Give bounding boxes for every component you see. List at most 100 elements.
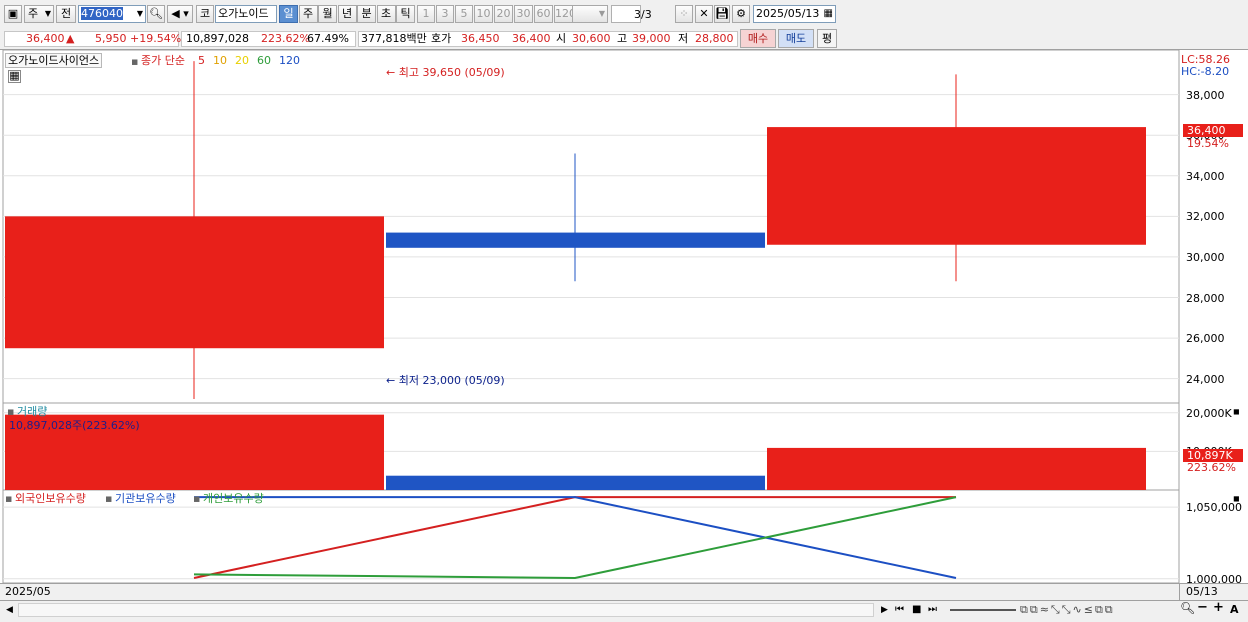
toolbar: ▣ 주 ▼ 전 476040 ▼ 🔍︎ ◀ ▾ 코 오가노이드 일주월년분초틱 13…: [0, 0, 1248, 29]
save-icon[interactable]: 💾︎: [714, 5, 730, 23]
current-price: 36,400: [26, 32, 65, 45]
buy-button[interactable]: 매수: [740, 29, 776, 48]
legend-label[interactable]: 기관보유수량: [115, 492, 176, 505]
rewind-icon[interactable]: ⏮: [895, 603, 904, 616]
trade-amount: 377,818백만: [361, 32, 427, 45]
axis-divider: [1179, 583, 1180, 600]
interval-button[interactable]: 60: [534, 5, 553, 23]
axis-right-date: 05/13: [1186, 585, 1218, 598]
ma-label: 120: [279, 54, 300, 67]
layout-icon[interactable]: ▣: [4, 5, 22, 23]
price-tick: 32,000: [1186, 210, 1225, 224]
stop-icon[interactable]: ■: [912, 603, 921, 616]
interval-button[interactable]: 20: [494, 5, 513, 23]
dots-icon[interactable]: ⁘: [675, 5, 693, 23]
price-tick: 30,000: [1186, 250, 1225, 264]
code-input-value: 476040: [81, 7, 123, 20]
period-tab[interactable]: 주: [298, 5, 318, 23]
sell-button[interactable]: 매도: [778, 29, 814, 48]
high-marker-text: 최고 39,650 (05/09): [398, 66, 505, 79]
ask-label: 호가: [431, 32, 452, 45]
indicator-bullet-icon: ▪: [131, 55, 139, 68]
interval-button[interactable]: 10: [474, 5, 493, 23]
period-tab[interactable]: 초: [376, 5, 396, 23]
holding-tick: 1,050,000: [1186, 501, 1242, 515]
forward-icon[interactable]: ⏭: [928, 603, 937, 616]
speaker-icon[interactable]: ◀ ▾: [167, 5, 193, 23]
up-arrow-icon: ▲: [66, 32, 75, 45]
low-label: 저: [678, 32, 689, 45]
cursor-cross-icon[interactable]: ✕: [695, 5, 713, 23]
eval-button[interactable]: 평: [817, 29, 837, 48]
open-label: 시: [556, 32, 567, 45]
interval-custom-select[interactable]: ▼: [572, 5, 608, 23]
period-tab[interactable]: 틱: [396, 5, 415, 23]
low-value: 28,800: [695, 32, 734, 45]
period-tab[interactable]: 일: [279, 5, 298, 23]
hc-value: HC:-8.20: [1181, 65, 1230, 78]
price-chart: [2, 50, 1180, 404]
high-label: 고: [617, 32, 628, 45]
holding-chart: [2, 490, 1180, 584]
price-tick: 38,000: [1186, 88, 1225, 102]
ma-label: 20: [235, 54, 249, 67]
current-price-tag: 36,400: [1183, 124, 1243, 137]
font-size-icon[interactable]: A: [1230, 603, 1239, 616]
stock-label[interactable]: 오가노이드사이언스: [5, 53, 103, 68]
ask-value: 36,450: [461, 32, 500, 45]
prev-button[interactable]: 전: [56, 5, 76, 23]
interval-button[interactable]: 5: [455, 5, 473, 23]
axis-left-date: 2025/05: [5, 585, 51, 598]
ma-label: 60: [257, 54, 271, 67]
interval-button[interactable]: 3: [436, 5, 454, 23]
volume-tag-pct: 223.62%: [1187, 461, 1236, 474]
grid-table-icon[interactable]: ▦: [8, 70, 21, 83]
gear-icon[interactable]: ⚙: [732, 5, 750, 23]
price-tick: 26,000: [1186, 332, 1225, 346]
type-select[interactable]: 주 ▼: [24, 5, 54, 23]
interval-button[interactable]: 1: [417, 5, 435, 23]
scroll-right-icon[interactable]: ▶: [881, 604, 888, 617]
indicator-label[interactable]: 종가 단순: [141, 54, 185, 67]
turnover: 67.49%: [307, 32, 349, 45]
interval-button[interactable]: 30: [514, 5, 533, 23]
horizontal-scrollbar[interactable]: [18, 603, 874, 617]
price-tick: 34,000: [1186, 169, 1225, 183]
zoom-slider[interactable]: [950, 609, 1016, 611]
close-icon[interactable]: ◼: [1233, 405, 1240, 418]
zoom-out-icon[interactable]: −: [1197, 601, 1208, 614]
chevron-down-icon: ▼: [44, 9, 51, 18]
low-marker: ← 최저 23,000 (05/09): [386, 374, 505, 387]
price-change-pct: +19.54%: [130, 32, 182, 45]
period-tab[interactable]: 분: [357, 5, 376, 23]
candle-body: [5, 216, 384, 349]
code-input[interactable]: 476040 ▼: [78, 5, 146, 23]
legend-label[interactable]: 개인보유수량: [203, 492, 264, 505]
search-icon[interactable]: 🔍︎: [147, 5, 165, 23]
price-tick: 24,000: [1186, 372, 1225, 386]
period-tab[interactable]: 월: [318, 5, 337, 23]
market-button[interactable]: 코: [196, 5, 214, 23]
period-tab[interactable]: 년: [337, 5, 357, 23]
stock-name-field[interactable]: 오가노이드: [215, 5, 277, 23]
candle-body: [386, 232, 765, 248]
low-marker-text: 최저 23,000 (05/09): [398, 374, 505, 387]
current-price-pct: 19.54%: [1187, 137, 1229, 150]
date-axis: [0, 583, 1248, 601]
volume-title[interactable]: 거래량: [17, 405, 47, 418]
date-field[interactable]: 2025/05/13 ▦: [753, 5, 836, 23]
volume-ratio: 223.62%: [261, 32, 310, 45]
chevron-down-icon: ▼: [136, 9, 143, 18]
open-value: 30,600: [572, 32, 611, 45]
ma-label: 10: [213, 54, 227, 67]
zoom-in-icon[interactable]: +: [1213, 601, 1224, 614]
page-indicator: 3/3: [634, 8, 652, 21]
high-value: 39,000: [632, 32, 671, 45]
volume-info: 10,897,028주(223.62%): [9, 419, 140, 432]
scroll-left-icon[interactable]: ◀: [6, 604, 13, 617]
magnifier-icon[interactable]: 🔍︎: [1180, 602, 1195, 615]
volume-tick: 20,000K: [1186, 406, 1232, 420]
ma-label: 5: [198, 54, 205, 67]
legend-label[interactable]: 외국인보유수량: [15, 492, 86, 505]
drawing-tools-icon[interactable]: ⧉⧉≈⤡⤡∿≤⧉⧉: [1020, 603, 1115, 616]
